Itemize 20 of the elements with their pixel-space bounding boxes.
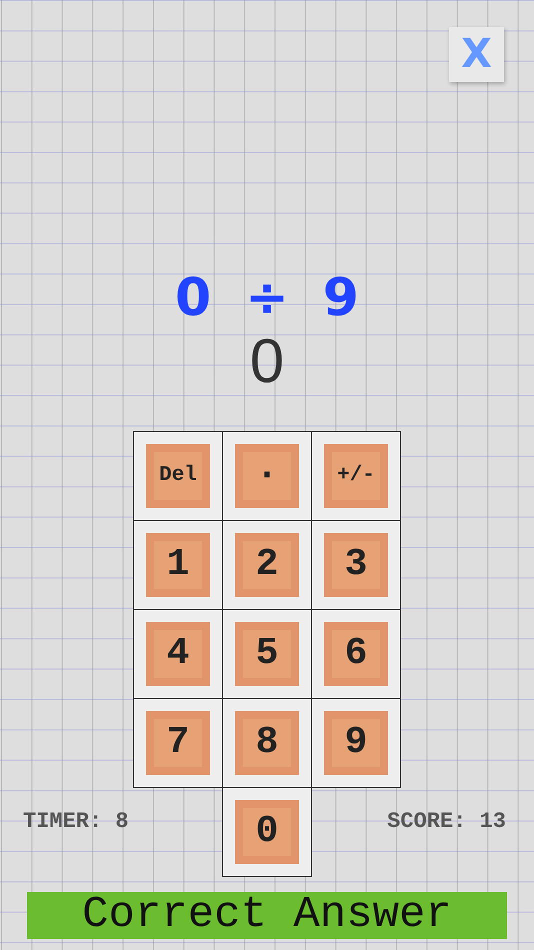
key-button[interactable]: 5 — [235, 622, 299, 686]
key-button[interactable]: · — [235, 444, 299, 508]
key-button[interactable]: Del — [146, 444, 210, 508]
operand: 9 — [322, 268, 359, 328]
score-label: SCORE: 13 — [386, 809, 507, 834]
key-button[interactable]: +/- — [324, 444, 388, 508]
answer-display: 0 — [250, 330, 284, 394]
result-banner: Correct Answer — [27, 892, 507, 939]
operand: 0 — [175, 268, 212, 328]
key-button[interactable]: 3 — [324, 532, 388, 596]
key-button[interactable]: 6 — [324, 622, 388, 686]
key-button[interactable]: 8 — [235, 710, 299, 774]
key-button[interactable]: 9 — [324, 710, 388, 774]
key-button[interactable]: 7 — [146, 710, 210, 774]
key-button[interactable]: 4 — [146, 622, 210, 686]
timer-label: TIMER: 8 — [22, 809, 130, 834]
key-button[interactable]: 0 — [235, 800, 299, 864]
key-button[interactable]: 2 — [235, 532, 299, 596]
operator: ÷ — [245, 268, 289, 328]
key-button[interactable]: 1 — [146, 532, 210, 596]
